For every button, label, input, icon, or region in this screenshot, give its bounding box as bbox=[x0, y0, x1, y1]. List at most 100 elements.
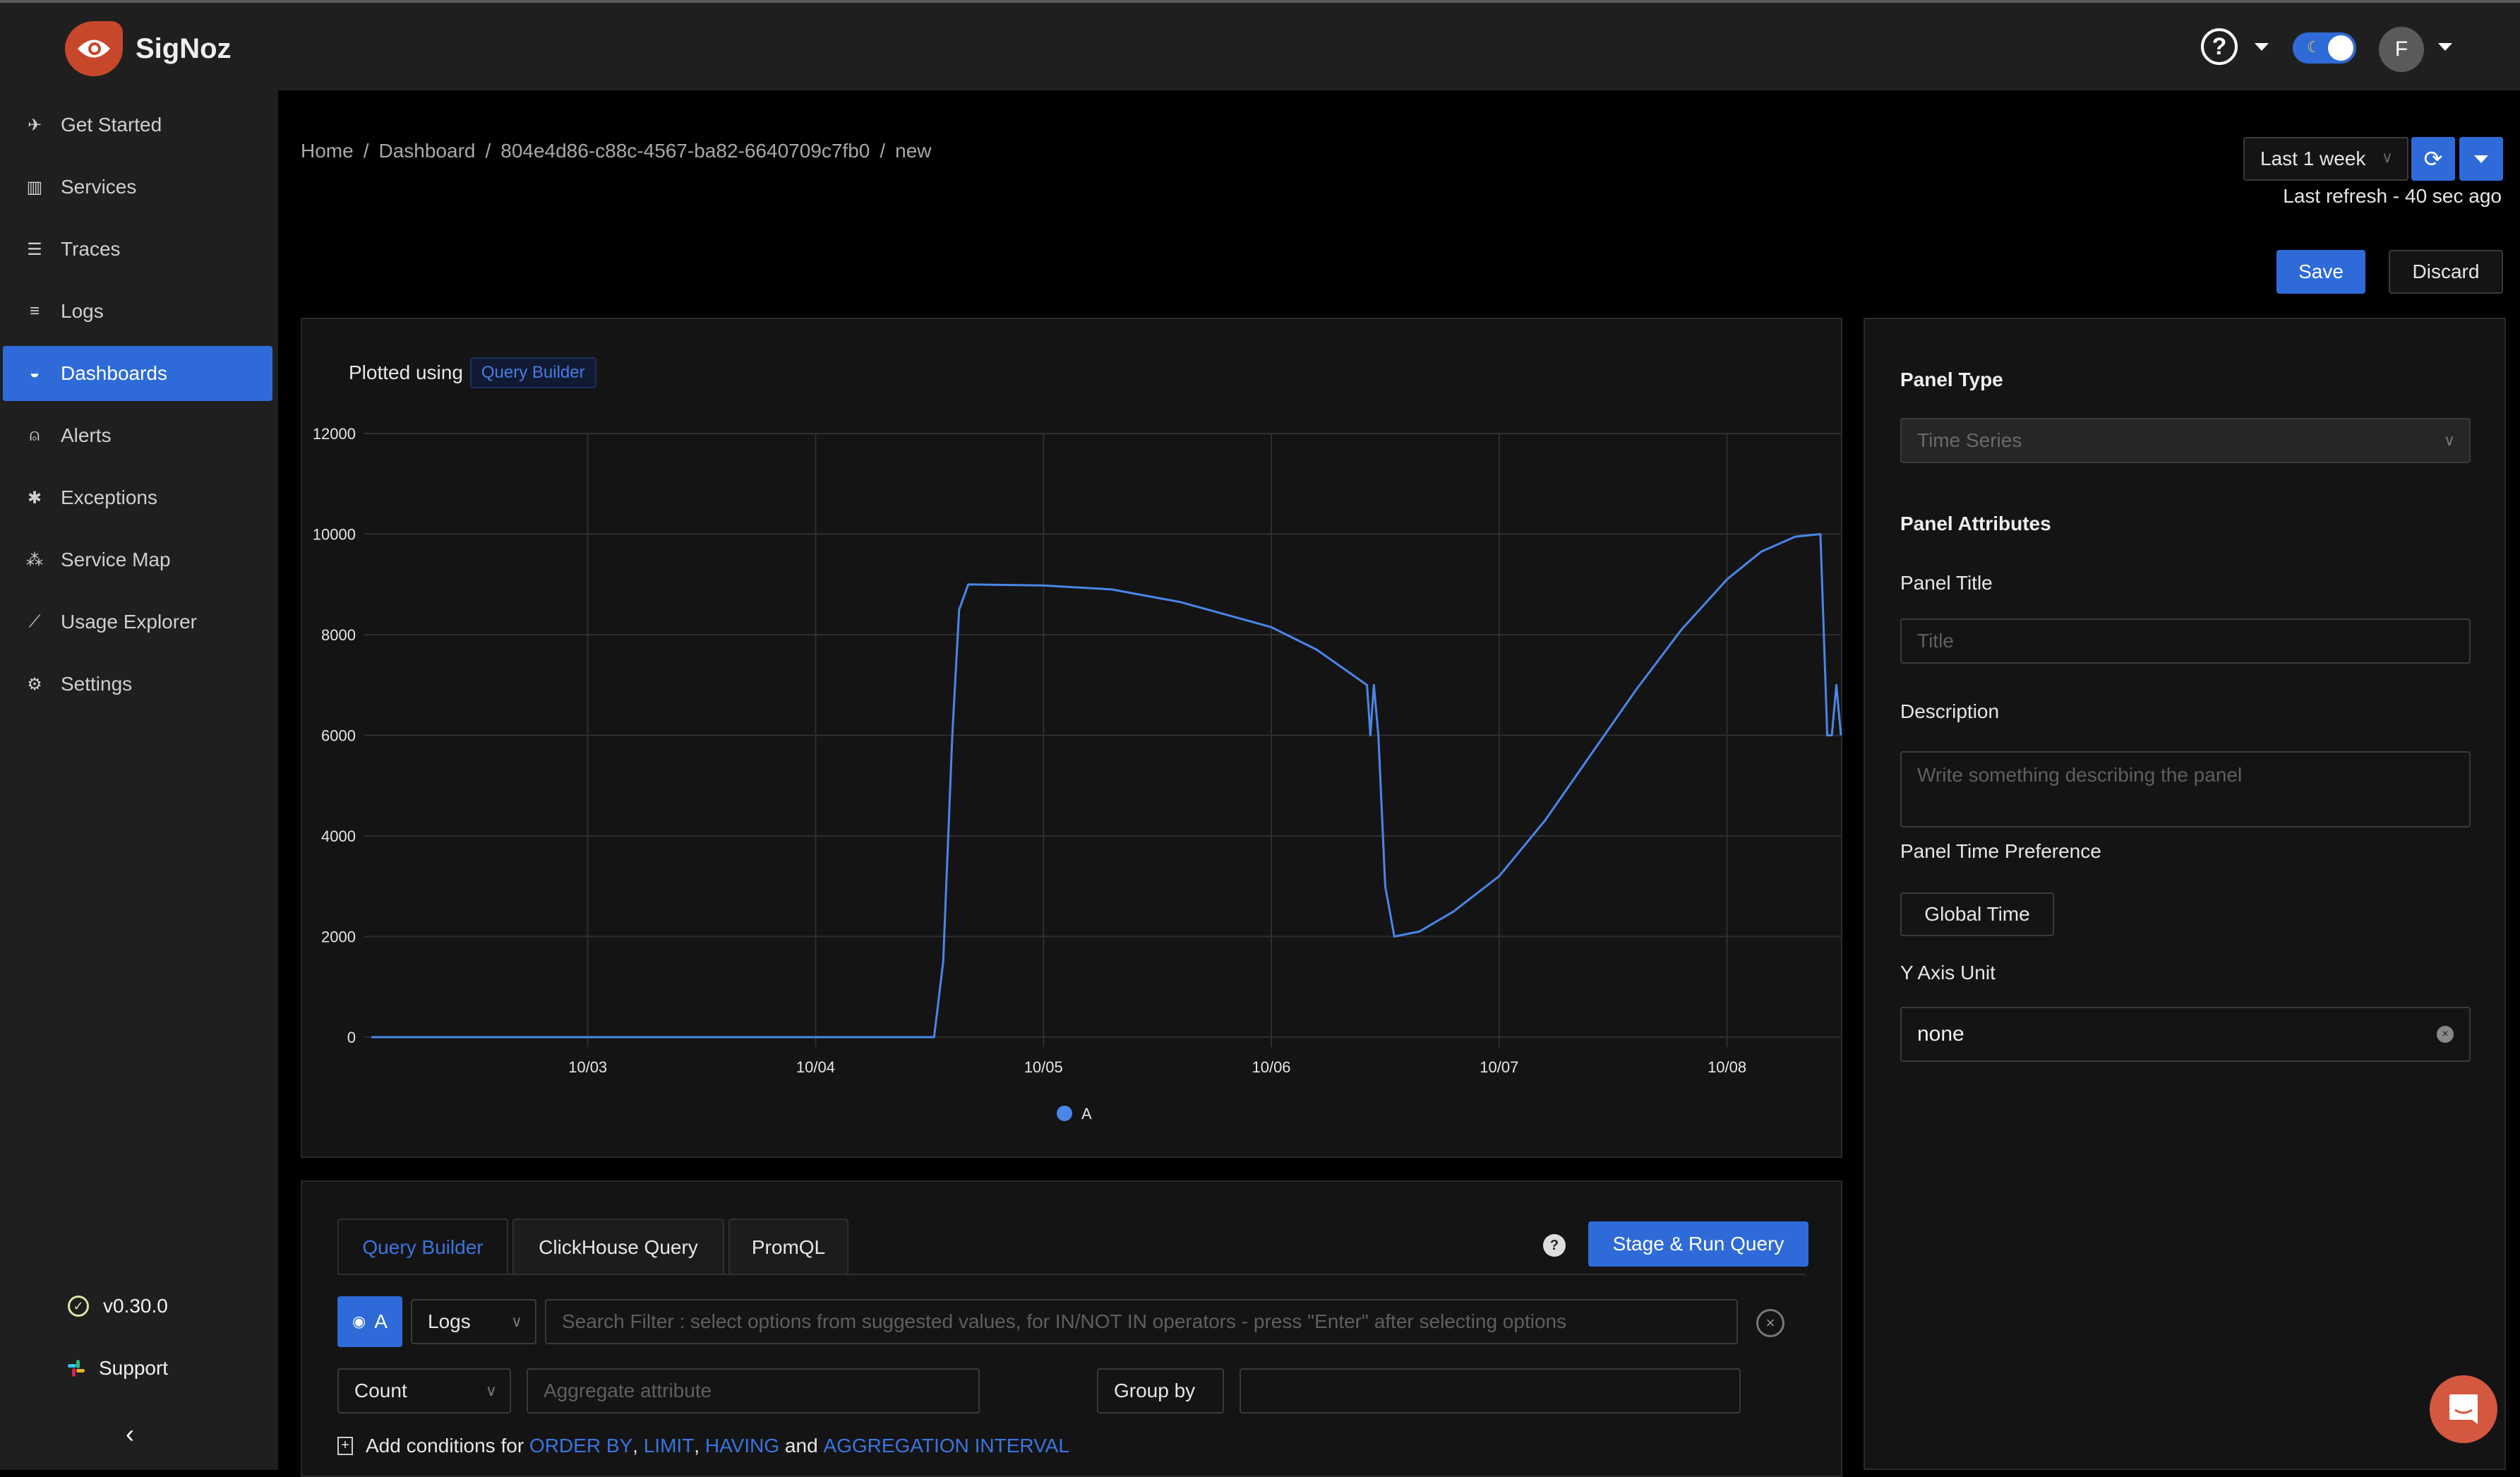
sidebar-item-services[interactable]: ▥ Services bbox=[3, 160, 272, 215]
toggle-knob bbox=[2328, 35, 2353, 61]
description-textarea[interactable]: Write something describing the panel bbox=[1900, 751, 2471, 827]
having-link[interactable]: HAVING bbox=[705, 1435, 779, 1457]
query-a-toggle[interactable]: ◉ A bbox=[337, 1296, 402, 1347]
time-preference-label: Panel Time Preference bbox=[1900, 840, 2101, 862]
caret-down-icon bbox=[2474, 155, 2488, 163]
discard-button[interactable]: Discard bbox=[2389, 250, 2503, 294]
aggregate-operator-select[interactable]: Count ∨ bbox=[337, 1368, 511, 1413]
version-info[interactable]: ✓ v0.30.0 bbox=[68, 1295, 168, 1317]
data-source-value: Logs bbox=[428, 1310, 471, 1332]
sidebar-item-label: Usage Explorer bbox=[61, 611, 197, 633]
aggregate-attribute-input[interactable]: Aggregate attribute bbox=[527, 1368, 980, 1413]
legend-marker bbox=[1057, 1106, 1072, 1121]
top-header: SigNoz bbox=[0, 3, 2520, 90]
check-circle-icon: ✓ bbox=[68, 1296, 89, 1317]
limit-link[interactable]: LIMIT bbox=[644, 1435, 695, 1457]
panel-type-select[interactable]: Time Series ∨ bbox=[1900, 418, 2471, 463]
chevron-left-icon[interactable]: ‹ bbox=[126, 1419, 134, 1449]
user-avatar[interactable]: F bbox=[2379, 27, 2424, 72]
help-circle-icon[interactable]: ? bbox=[2201, 28, 2238, 65]
group-by-input[interactable] bbox=[1240, 1368, 1741, 1413]
query-name: A bbox=[374, 1310, 388, 1332]
x-tick-label: 10/08 bbox=[1708, 1058, 1746, 1076]
chat-support-button[interactable] bbox=[2430, 1375, 2497, 1443]
query-help-icon[interactable]: ? bbox=[1543, 1234, 1566, 1257]
time-range-value: Last 1 week bbox=[2260, 148, 2366, 169]
clear-icon[interactable]: × bbox=[2437, 1026, 2454, 1043]
sidebar-item-exceptions[interactable]: ✱ Exceptions bbox=[3, 470, 272, 525]
description-label: Description bbox=[1900, 700, 2000, 722]
time-series-chart[interactable]: 0 2000 4000 6000 8000 10000 12000 10/03 10/04 10/… bbox=[302, 319, 1844, 1159]
tab-query-builder[interactable]: Query Builder bbox=[337, 1219, 508, 1275]
sidebar-item-traces[interactable]: ☰ Traces bbox=[3, 222, 272, 277]
sidebar-item-label: Logs bbox=[61, 300, 104, 322]
slack-icon bbox=[68, 1360, 85, 1377]
global-time-button[interactable]: Global Time bbox=[1900, 892, 2054, 936]
order-by-link[interactable]: ORDER BY bbox=[529, 1435, 632, 1457]
breadcrumb-current: new bbox=[895, 140, 932, 162]
x-tick-label: 10/04 bbox=[796, 1058, 835, 1076]
eye-icon: ◉ bbox=[352, 1312, 366, 1330]
user-caret-down-icon[interactable] bbox=[2438, 43, 2452, 51]
stage-run-query-button[interactable]: Stage & Run Query bbox=[1588, 1221, 1808, 1267]
time-range-select[interactable]: Last 1 week ∨ bbox=[2243, 137, 2408, 181]
add-conditions[interactable]: + Add conditions for ORDER BY, LIMIT, HA… bbox=[337, 1435, 1069, 1457]
refresh-button[interactable]: ⟳ bbox=[2411, 137, 2455, 181]
y-tick-label: 12000 bbox=[313, 425, 356, 443]
last-refresh-text: Last refresh - 40 sec ago bbox=[2283, 185, 2502, 207]
signoz-eye-icon bbox=[65, 21, 123, 76]
sidebar-item-usage-explorer[interactable]: ⟋ Usage Explorer bbox=[3, 594, 272, 650]
chevron-down-icon: ∨ bbox=[510, 1312, 522, 1330]
x-tick-label: 10/03 bbox=[568, 1058, 607, 1076]
sidebar-item-alerts[interactable]: ⍝ Alerts bbox=[3, 408, 272, 463]
series-line-A bbox=[371, 533, 1842, 1039]
chevron-down-icon: ∨ bbox=[2443, 431, 2455, 449]
menu-icon: ☰ bbox=[27, 239, 42, 259]
breadcrumb-dashboard[interactable]: Dashboard bbox=[378, 140, 475, 162]
sidebar-item-dashboards[interactable]: ◒ Dashboards bbox=[3, 346, 272, 401]
sidebar-item-label: Alerts bbox=[61, 424, 112, 446]
sidebar-item-label: Traces bbox=[61, 238, 121, 260]
legend-label: A bbox=[1081, 1105, 1092, 1123]
save-button[interactable]: Save bbox=[2276, 250, 2365, 294]
sidebar-item-get-started[interactable]: ✈ Get Started bbox=[3, 97, 272, 153]
panel-title-input[interactable]: Title bbox=[1900, 618, 2471, 664]
panel-type-heading: Panel Type bbox=[1900, 369, 2003, 390]
gear-icon: ⚙ bbox=[27, 674, 42, 694]
close-circle-icon[interactable]: × bbox=[1756, 1309, 1784, 1337]
x-tick-label: 10/07 bbox=[1480, 1058, 1518, 1076]
conditions-prefix: Add conditions for bbox=[366, 1435, 524, 1457]
search-filter-input[interactable]: Search Filter : select options from sugg… bbox=[545, 1299, 1738, 1344]
tab-clickhouse-query[interactable]: ClickHouse Query bbox=[512, 1219, 724, 1275]
y-tick-label: 6000 bbox=[321, 727, 356, 745]
sidebar-item-logs[interactable]: ≡ Logs bbox=[3, 284, 272, 339]
moon-icon: ☾ bbox=[2307, 38, 2321, 56]
support-link[interactable]: Support bbox=[68, 1357, 168, 1380]
refresh-interval-dropdown[interactable] bbox=[2459, 137, 2503, 181]
line-chart-icon: ⟋ bbox=[28, 612, 41, 631]
y-tick-label: 4000 bbox=[321, 827, 356, 845]
breadcrumb-dashboard-id[interactable]: 804e4d86-c88c-4567-ba82-6640709c7fb0 bbox=[500, 140, 870, 162]
theme-toggle[interactable]: ☾ bbox=[2293, 32, 2356, 64]
x-tick-label: 10/05 bbox=[1024, 1058, 1063, 1076]
plus-square-icon: + bbox=[337, 1437, 353, 1455]
data-source-select[interactable]: Logs ∨ bbox=[411, 1299, 536, 1344]
sidebar-item-settings[interactable]: ⚙ Settings bbox=[3, 657, 272, 712]
sidebar-item-service-map[interactable]: ⁂ Service Map bbox=[3, 532, 272, 587]
query-section: Query Builder ClickHouse Query PromQL ? … bbox=[301, 1180, 1842, 1477]
app-logo[interactable]: SigNoz bbox=[65, 21, 232, 76]
deployment-unit-icon: ⁂ bbox=[26, 550, 43, 570]
alert-icon: ⍝ bbox=[29, 426, 40, 445]
sidebar: ✈ Get Started ▥ Services ☰ Traces ≡ Logs ◒ Da… bbox=[0, 90, 278, 1470]
tab-promql[interactable]: PromQL bbox=[728, 1219, 848, 1275]
panel-settings: Panel Type Time Series ∨ Panel Attribute… bbox=[1864, 318, 2506, 1470]
sidebar-item-label: Exceptions bbox=[61, 486, 157, 508]
chat-icon bbox=[2449, 1394, 2478, 1424]
sidebar-item-label: Services bbox=[61, 176, 137, 198]
panel-attributes-heading: Panel Attributes bbox=[1900, 513, 2051, 534]
breadcrumb-home[interactable]: Home bbox=[301, 140, 354, 162]
aggregation-interval-link[interactable]: AGGREGATION INTERVAL bbox=[823, 1435, 1069, 1457]
version-label: v0.30.0 bbox=[103, 1295, 168, 1317]
y-axis-unit-select[interactable]: none × bbox=[1900, 1007, 2471, 1062]
help-caret-down-icon[interactable] bbox=[2255, 43, 2269, 51]
